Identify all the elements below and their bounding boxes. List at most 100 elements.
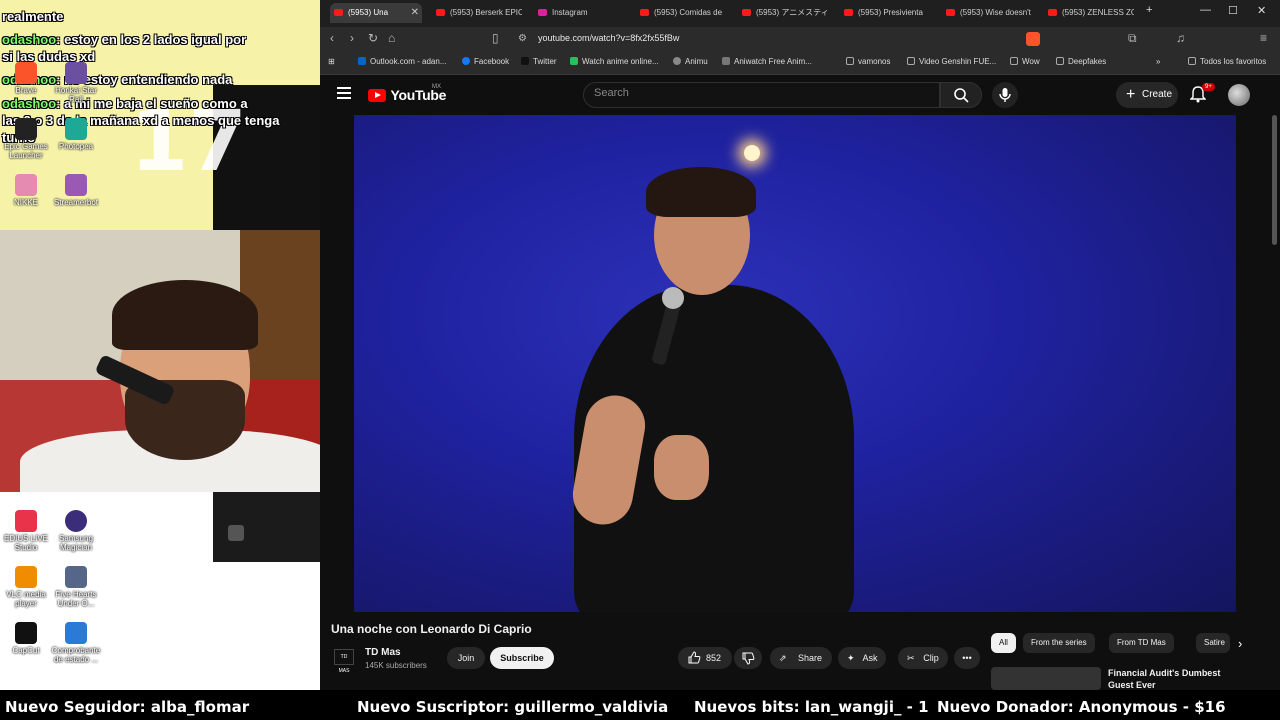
- notification-count-badge: 9+: [1202, 83, 1215, 91]
- maximize-icon[interactable]: ☐: [1228, 4, 1238, 17]
- chat-line: odashoo: a mi me baja el sueño como a: [2, 96, 248, 111]
- url-field[interactable]: youtube.com/watch?v=8fx2fx55fBw: [538, 33, 679, 43]
- menu-icon[interactable]: ≡: [1260, 31, 1267, 45]
- chevron-right-icon[interactable]: »: [1156, 57, 1160, 66]
- site-info-icon[interactable]: ⚙: [518, 33, 527, 44]
- desktop-icon-honkai[interactable]: Honkai Star Rail: [50, 62, 102, 104]
- desktop-icon-samsung-magician[interactable]: Samsung Magician: [50, 510, 102, 552]
- new-subscriber-alert: Nuevo Suscriptor: guillermo_valdivia: [357, 698, 669, 716]
- scrollbar[interactable]: [1272, 115, 1277, 245]
- extensions-icon[interactable]: ⧉: [1128, 31, 1137, 46]
- dislike-button[interactable]: [734, 647, 762, 669]
- comprobante-icon: [65, 622, 87, 644]
- recommended-title[interactable]: Financial Audit's Dumbest Guest Ever: [1108, 667, 1238, 691]
- close-icon[interactable]: ✕: [411, 3, 419, 23]
- forward-icon[interactable]: ›: [350, 31, 354, 45]
- youtube-favicon-icon: [844, 9, 853, 16]
- tab-anime[interactable]: (5953) アニメスティ: [738, 3, 828, 23]
- tab-una-noche[interactable]: (5953) Una ✕: [330, 3, 422, 23]
- capcut-icon: [15, 622, 37, 644]
- youtube-favicon-icon: [1048, 9, 1057, 16]
- bookmark-outlook[interactable]: Outlook.com - adan...: [358, 57, 446, 66]
- brave-shields-icon[interactable]: [1026, 32, 1040, 46]
- webcam-feed: [0, 230, 320, 492]
- youtube-favicon-icon: [436, 9, 445, 16]
- create-button[interactable]: Create: [1116, 82, 1178, 108]
- chip-from-the-series[interactable]: From the series: [1023, 633, 1095, 653]
- home-icon[interactable]: ⌂: [388, 31, 395, 45]
- bookmark-watch-anime[interactable]: Watch anime online...: [570, 57, 659, 66]
- stream-alert-ticker: Nuevo Seguidor: alba_flomar Nuevo Suscri…: [0, 698, 1280, 720]
- desktop-icon-epic-games[interactable]: Epic Games Launcher: [0, 118, 52, 160]
- search-box: [583, 82, 940, 108]
- voice-search-button[interactable]: [992, 82, 1018, 108]
- honkai-icon: [65, 62, 87, 84]
- desktop-icon-comprobante[interactable]: Comprobante de estado ...: [50, 622, 102, 664]
- bookmark-aniwatch[interactable]: Aniwatch Free Anim...: [722, 57, 812, 66]
- desktop-icon-photopea[interactable]: Photopea: [50, 118, 102, 151]
- tab-zenless[interactable]: (5953) ZENLESS ZO: [1044, 3, 1134, 23]
- tab-presivienta[interactable]: (5953) Presivienta: [840, 3, 930, 23]
- youtube-logo[interactable]: YouTube MX: [368, 84, 446, 105]
- bookmark-animu[interactable]: Animu: [673, 57, 708, 66]
- video-player[interactable]: [354, 115, 1236, 612]
- desktop-icon-capcut[interactable]: CapCut: [0, 622, 52, 655]
- channel-avatar[interactable]: TD MAS: [334, 649, 354, 674]
- bookmark-twitter[interactable]: Twitter: [521, 57, 557, 66]
- desktop-icon-five-hearts[interactable]: Five Hearts Under O...: [50, 566, 102, 608]
- youtube-header: YouTube MX Create 9+: [320, 75, 1280, 115]
- recommended-thumbnail[interactable]: [991, 667, 1101, 690]
- search-button[interactable]: [940, 82, 982, 108]
- like-button[interactable]: 852: [678, 647, 732, 669]
- channel-name[interactable]: TD Mas: [365, 647, 401, 658]
- tab-strip: (5953) Una ✕ (5953) Berserk EPIC Instagra…: [320, 0, 1280, 27]
- tab-berserk[interactable]: (5953) Berserk EPIC: [432, 3, 522, 23]
- desktop-icon-nikke[interactable]: NIKKE: [0, 174, 52, 207]
- tab-instagram[interactable]: Instagram: [534, 3, 624, 23]
- bookmark-deepfakes[interactable]: Deepfakes: [1056, 57, 1106, 66]
- subscribe-button[interactable]: Subscribe: [490, 647, 554, 669]
- chip-satire[interactable]: Satire: [1196, 633, 1230, 653]
- ask-button[interactable]: ✦ Ask: [838, 647, 886, 669]
- vlc-icon: [15, 566, 37, 588]
- back-icon[interactable]: ‹: [330, 31, 334, 45]
- hamburger-menu-icon[interactable]: [337, 87, 351, 102]
- youtube-favicon-icon: [334, 9, 343, 16]
- bookmarks-bar: ⊞ Outlook.com - adan... Facebook Twitter…: [320, 51, 1280, 75]
- sparkle-icon: ✦: [847, 653, 855, 663]
- bookmark-video-genshin[interactable]: Video Genshin FUE...: [907, 57, 996, 66]
- chevron-right-icon[interactable]: ›: [1238, 636, 1242, 651]
- bookmark-facebook[interactable]: Facebook: [462, 57, 509, 66]
- like-count: 852: [706, 653, 722, 663]
- bookmark-vamonos[interactable]: vamonos: [846, 57, 890, 66]
- join-button[interactable]: Join: [447, 647, 485, 669]
- clip-button[interactable]: ✂ Clip: [898, 647, 948, 669]
- share-button[interactable]: ⇗ Share: [770, 647, 832, 669]
- reload-icon[interactable]: ↻: [368, 31, 378, 45]
- minimize-icon[interactable]: —: [1200, 4, 1211, 16]
- search-input[interactable]: [594, 87, 924, 99]
- chip-all[interactable]: All: [991, 633, 1016, 653]
- new-bits-alert: Nuevos bits: lan_wangji_ - 1: [694, 698, 929, 716]
- tab-wise[interactable]: (5953) Wise doesn't: [942, 3, 1032, 23]
- youtube-favicon-icon: [640, 9, 649, 16]
- bookmark-wow[interactable]: Wow: [1010, 57, 1040, 66]
- tab-comidas[interactable]: (5953) Comidas de: [636, 3, 726, 23]
- window-close-icon[interactable]: ✕: [1257, 4, 1266, 17]
- address-bar-row: ‹ › ↻ ⌂ ▯ ⚙ youtube.com/watch?v=8fx2fx55…: [320, 27, 1280, 51]
- apps-icon[interactable]: ⊞: [328, 57, 335, 66]
- all-bookmarks[interactable]: Todos los favoritos: [1188, 57, 1266, 66]
- desktop-icon-edius[interactable]: EDIUS LIVE Studio: [0, 510, 52, 552]
- new-tab-icon[interactable]: +: [1146, 4, 1152, 16]
- youtube-play-icon: [368, 89, 386, 102]
- avatar[interactable]: [1228, 84, 1250, 106]
- nikke-icon: [15, 174, 37, 196]
- chip-from-td-mas[interactable]: From TD Mas: [1109, 633, 1174, 653]
- bookmark-icon[interactable]: ▯: [492, 31, 499, 45]
- desktop-icon-brave[interactable]: Brave: [0, 62, 52, 95]
- more-options-icon[interactable]: •••: [954, 647, 980, 669]
- epic-games-icon: [15, 118, 37, 140]
- desktop-icon-streamerbot[interactable]: Streamerbot: [50, 174, 102, 207]
- desktop-icon-vlc[interactable]: VLC media player: [0, 566, 52, 608]
- music-icon[interactable]: ♫: [1176, 31, 1185, 45]
